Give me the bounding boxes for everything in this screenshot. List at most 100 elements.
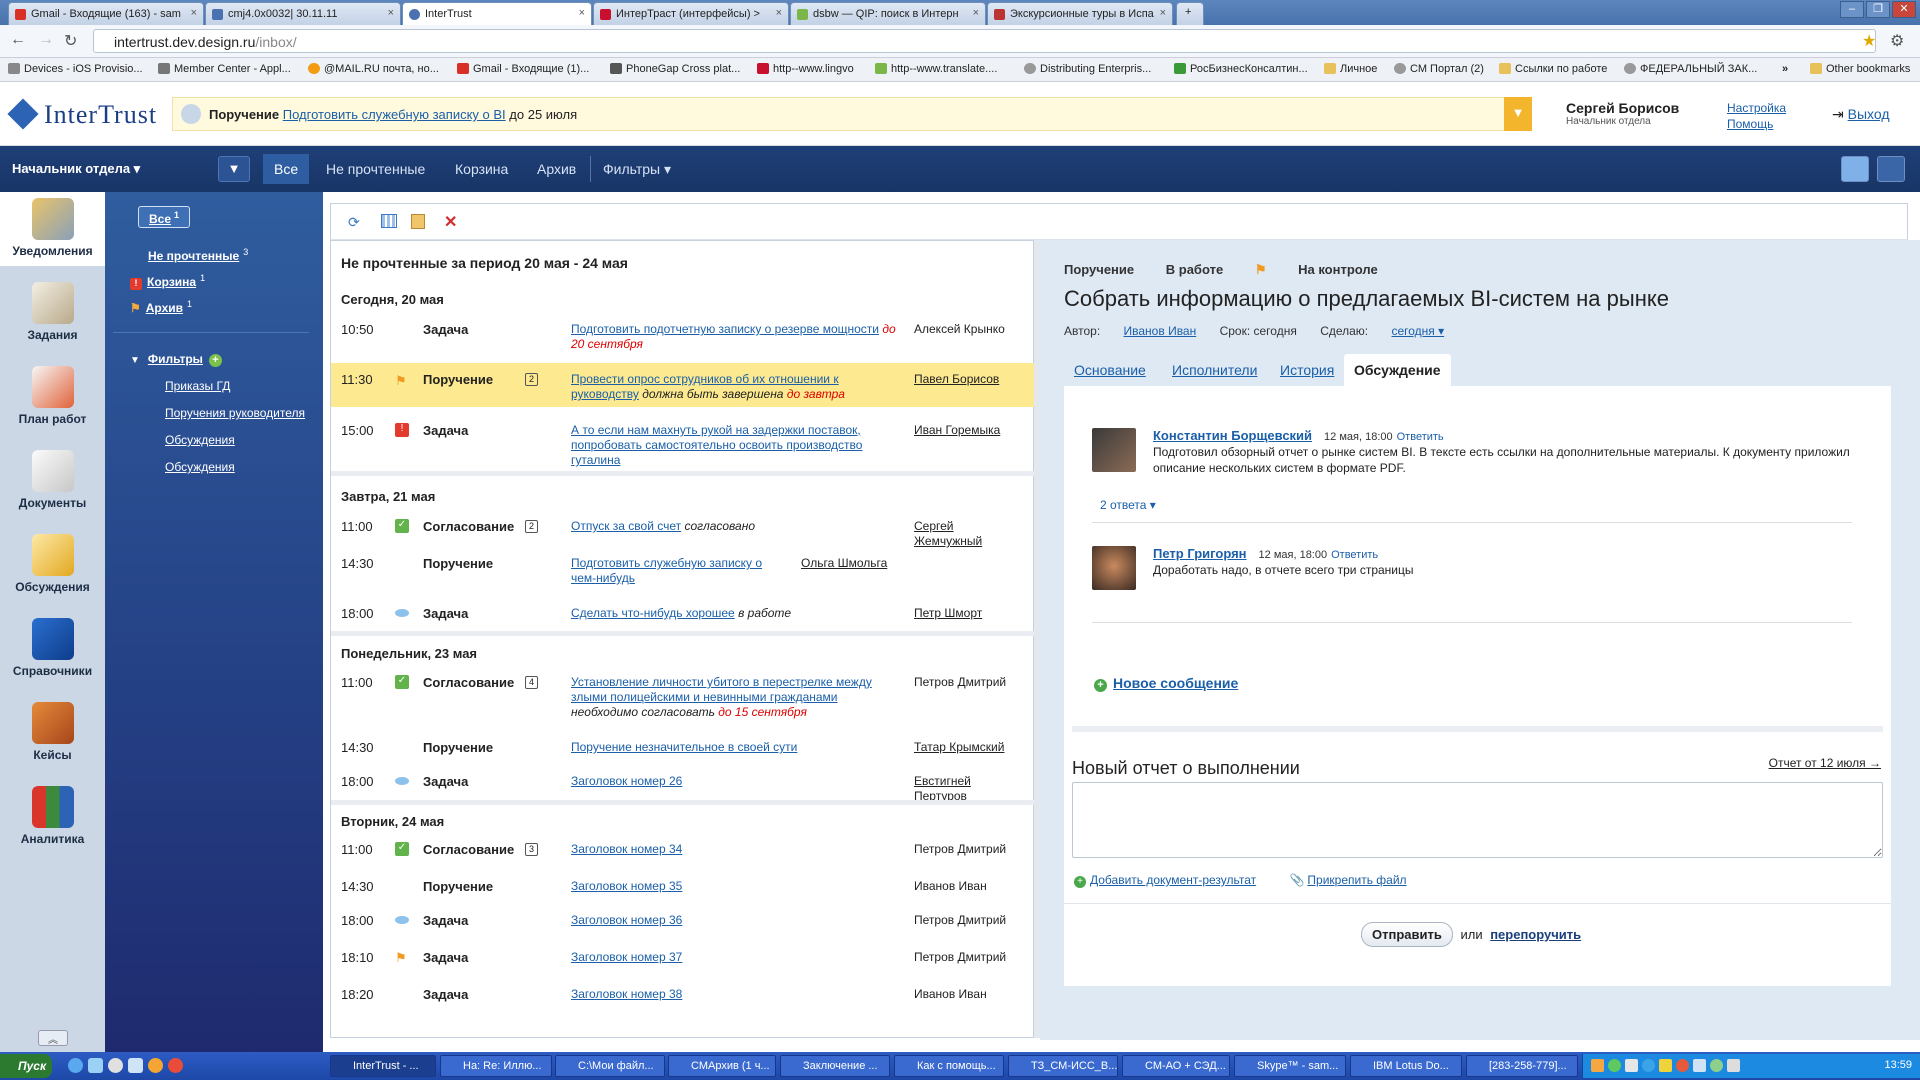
list-item[interactable]: 11:00 ✓ Согласование 2 Отпуск за свой сч… <box>331 519 1035 553</box>
ie-icon[interactable] <box>68 1058 83 1073</box>
app-icon[interactable] <box>108 1058 123 1073</box>
folder-filters[interactable]: ▼ Фильтры + <box>130 352 222 367</box>
app-icon[interactable] <box>128 1058 143 1073</box>
app-icon[interactable] <box>168 1058 183 1073</box>
taskbar-item[interactable]: СМ-АО + СЭД... <box>1122 1055 1230 1077</box>
filter-item[interactable]: Обсуждения <box>165 433 235 447</box>
filter-item[interactable]: Поручения руководителя <box>165 406 305 420</box>
browser-tab[interactable]: Gmail - Входящие (163) - sam × <box>8 2 204 25</box>
attach-file-button[interactable]: 📎 Прикрепить файл <box>1289 873 1406 887</box>
taskbar-item[interactable]: Skype™ - sam... <box>1234 1055 1346 1077</box>
list-item[interactable]: 18:20 Задача Заголовок номер 38 Иванов И… <box>331 987 1035 1009</box>
rail-notifications[interactable]: Уведомления <box>0 192 105 266</box>
list-item[interactable]: 14:30 Поручение Заголовок номер 35 Ивано… <box>331 879 1035 901</box>
comment-author[interactable]: Петр Григорян <box>1153 546 1247 561</box>
list-item[interactable]: 18:10 ⚑ Задача Заголовок номер 37 Петров… <box>331 950 1035 972</box>
taskbar-item[interactable]: C:\Мои файл... <box>555 1055 665 1077</box>
bookmark[interactable]: PhoneGap Cross plat... <box>610 63 740 75</box>
tray-icon[interactable] <box>1693 1059 1706 1072</box>
list-item[interactable]: 14:30 Поручение Поручение незначительное… <box>331 740 1035 762</box>
item-link[interactable]: А то если нам махнуть рукой на задержки … <box>571 423 862 467</box>
add-filter-icon[interactable]: + <box>208 354 222 367</box>
add-result-document-button[interactable]: + Добавить документ-результат <box>1074 873 1256 888</box>
send-button[interactable]: Отправить <box>1361 922 1453 947</box>
item-link[interactable]: Установление личности убитого в перестре… <box>571 675 872 704</box>
tray-icon[interactable] <box>1591 1059 1604 1072</box>
browser-tab[interactable]: Экскурсионные туры в Испа × <box>987 2 1173 25</box>
close-window-button[interactable]: ✕ <box>1892 1 1916 18</box>
tray-icon[interactable] <box>1608 1059 1621 1072</box>
bookmark[interactable]: Distributing Enterpris... <box>1024 63 1151 75</box>
bookmark-folder[interactable]: Ссылки по работе <box>1499 63 1607 75</box>
tab-executors[interactable]: Исполнители <box>1162 354 1267 386</box>
item-link[interactable]: Поручение незначительное в своей сути <box>571 740 797 754</box>
folder-trash[interactable]: ! Корзина 1 <box>130 273 205 290</box>
browser-tab[interactable]: ИнтерТраст (интерфейсы) > × <box>593 2 789 25</box>
url-input[interactable]: intertrust.dev.design.ru/inbox/ <box>93 29 1876 53</box>
rail-plan[interactable]: План работ <box>0 366 105 426</box>
item-link[interactable]: Сделать что-нибудь хорошее <box>571 606 735 620</box>
item-link[interactable]: Подготовить подотчетную записку о резерв… <box>571 322 879 336</box>
minimize-button[interactable]: – <box>1840 1 1864 18</box>
close-icon[interactable]: × <box>191 7 197 19</box>
close-icon[interactable]: × <box>973 7 979 19</box>
list-item[interactable]: 10:50 Задача Подготовить подотчетную зап… <box>331 322 1035 366</box>
collapse-icon[interactable]: ︽ <box>38 1030 68 1046</box>
taskbar-item[interactable]: СМАрхив (1 ч... <box>668 1055 776 1077</box>
bookmark[interactable]: http--www.translate.... <box>875 63 997 75</box>
rail-references[interactable]: Справочники <box>0 618 105 678</box>
chevron-down-icon[interactable]: ▼ <box>218 156 250 182</box>
notice-link[interactable]: Подготовить служебную записку о BI <box>283 107 506 122</box>
star-icon[interactable]: ★ <box>1862 31 1876 51</box>
new-message-button[interactable]: + Новое сообщение <box>1094 675 1238 692</box>
browser-tab[interactable]: cmj4.0x0032| 30.11.11 × <box>205 2 401 25</box>
author-link[interactable]: Иванов Иван <box>1124 324 1197 338</box>
maximize-button[interactable]: ❐ <box>1866 1 1890 18</box>
item-link[interactable]: Заголовок номер 34 <box>571 842 682 856</box>
tab-discussion[interactable]: Обсуждение <box>1344 354 1451 386</box>
item-link[interactable]: Подготовить служебную записку о чем-нибу… <box>571 556 762 585</box>
replies-toggle[interactable]: 2 ответа ▾ <box>1100 498 1156 512</box>
taskbar-item[interactable]: Как с помощь... <box>894 1055 1004 1077</box>
rail-cases[interactable]: Кейсы <box>0 702 105 762</box>
bookmarks-overflow[interactable]: » <box>1782 63 1788 75</box>
flag-icon[interactable] <box>411 214 425 229</box>
report-textarea[interactable] <box>1072 782 1883 858</box>
comment-author[interactable]: Константин Борщевский <box>1153 428 1312 443</box>
close-icon[interactable]: × <box>579 7 585 19</box>
reload-icon[interactable]: ↻ <box>64 31 77 51</box>
reassign-link[interactable]: перепоручить <box>1490 927 1581 942</box>
taskbar-item[interactable]: ТЗ_СМ-ИСС_В... <box>1008 1055 1118 1077</box>
item-link[interactable]: Заголовок номер 35 <box>571 879 682 893</box>
split-view-icon[interactable] <box>1841 156 1869 182</box>
list-item[interactable]: 18:00 Задача Заголовок номер 36 Петров Д… <box>331 913 1035 935</box>
item-link[interactable]: Заголовок номер 36 <box>571 913 682 927</box>
close-icon[interactable]: × <box>776 7 782 19</box>
help-link[interactable]: Помощь <box>1727 117 1773 131</box>
new-tab-button[interactable]: + <box>1176 2 1204 25</box>
tab-archive[interactable]: Архив <box>537 161 576 177</box>
taskbar-item[interactable]: InterTrust - ... <box>330 1055 436 1077</box>
browser-tab[interactable]: dsbw — QIP: поиск в Интерн × <box>790 2 986 25</box>
bookmark[interactable]: Devices - iOS Provisio... <box>8 63 143 75</box>
list-view-icon[interactable] <box>1877 156 1905 182</box>
taskbar-item[interactable]: Заключение ... <box>780 1055 890 1077</box>
tray-icon[interactable] <box>1659 1059 1672 1072</box>
close-icon[interactable]: × <box>1160 7 1166 19</box>
tab-trash[interactable]: Корзина <box>455 161 508 177</box>
logout-link[interactable]: ⇥ Выход <box>1832 106 1890 123</box>
bookmark-folder[interactable]: Other bookmarks <box>1810 63 1910 75</box>
chevron-down-icon[interactable]: ▼ <box>1504 97 1532 131</box>
folder-archive[interactable]: ⚑ Архив 1 <box>130 299 192 315</box>
tray-icon[interactable] <box>1676 1059 1689 1072</box>
done-dropdown[interactable]: сегодня ▾ <box>1391 324 1444 338</box>
bookmark[interactable]: ФЕДЕРАЛЬНЫЙ ЗАК... <box>1624 63 1757 75</box>
volume-icon[interactable] <box>1727 1059 1740 1072</box>
bookmark[interactable]: http--www.lingvo <box>757 63 854 75</box>
rail-analytics[interactable]: Аналитика <box>0 786 105 846</box>
refresh-icon[interactable]: ⟳ <box>348 214 360 231</box>
rail-tasks[interactable]: Задания <box>0 282 105 342</box>
taskbar-item[interactable]: На: Re: Иллю... <box>440 1055 552 1077</box>
taskbar-item[interactable]: IBM Lotus Do... <box>1350 1055 1462 1077</box>
desktop-icon[interactable] <box>88 1058 103 1073</box>
